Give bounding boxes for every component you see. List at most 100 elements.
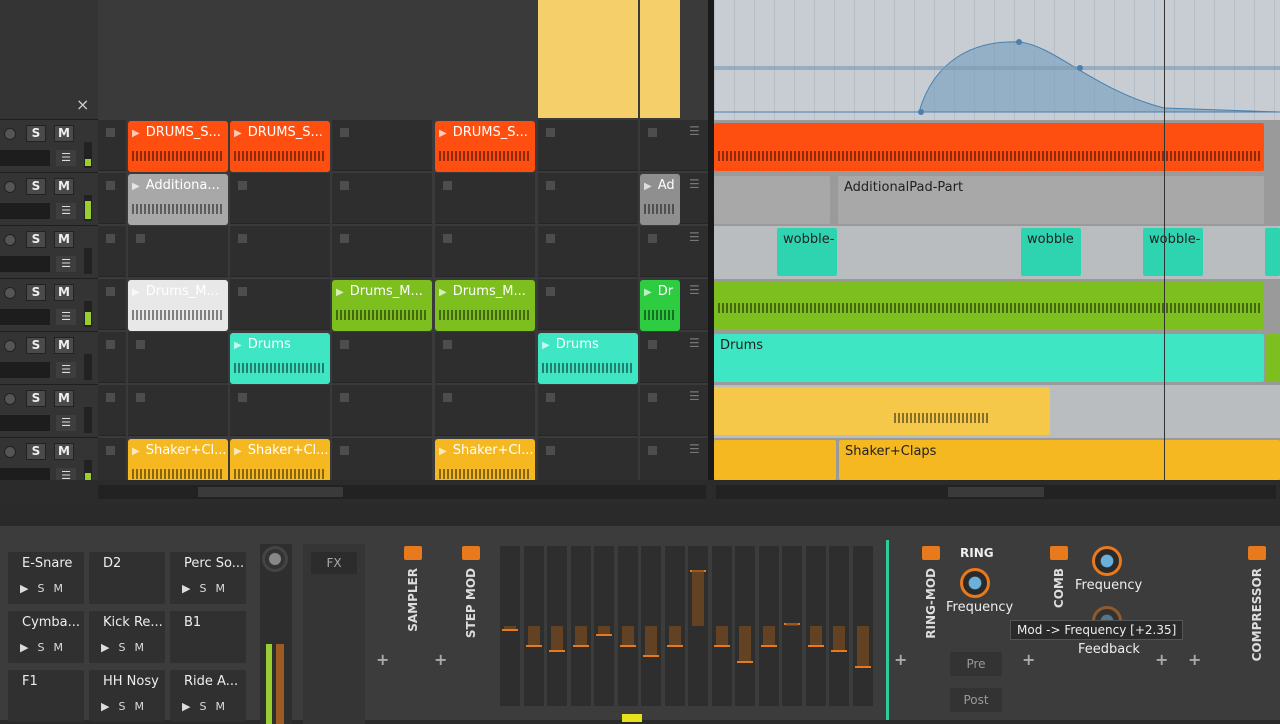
pre-button[interactable]: Pre	[950, 652, 1002, 676]
pad-controls[interactable]: ▶SM	[182, 582, 234, 595]
clip-slot[interactable]	[538, 120, 638, 171]
arranger-clip-drums-s[interactable]	[714, 123, 1264, 171]
ring-frequency-knob[interactable]	[960, 568, 990, 598]
solo-button[interactable]: S	[26, 443, 46, 460]
record-arm-icon[interactable]	[4, 340, 16, 352]
stop-icon[interactable]	[238, 393, 247, 402]
menu-icon[interactable]: ☰	[689, 230, 700, 244]
menu-icon[interactable]: ☰	[689, 442, 700, 456]
comb-power-icon[interactable]	[1050, 546, 1068, 560]
menu-icon[interactable]: ☰	[689, 177, 700, 191]
stop-icon[interactable]	[340, 446, 349, 455]
launcher-clip[interactable]: DRUMS_S...	[230, 121, 330, 172]
launcher-clip[interactable]: DRUMS_S...	[128, 121, 228, 172]
arranger-clip-drums-m[interactable]	[714, 281, 1264, 329]
arranger-clip-drums-edge[interactable]	[1266, 334, 1280, 382]
solo-button[interactable]: S	[26, 231, 46, 248]
pad-controls[interactable]: ▶SM	[101, 641, 153, 654]
step-bar[interactable]	[641, 546, 661, 706]
add-device-icon[interactable]: +	[894, 650, 907, 669]
stop-icon[interactable]	[546, 446, 555, 455]
stop-icon[interactable]	[340, 128, 349, 137]
track-stop[interactable]	[98, 332, 126, 383]
drum-pad[interactable]: F1	[8, 670, 84, 722]
ringmod-power-icon[interactable]	[922, 546, 940, 560]
drum-pad[interactable]: Ride A... ▶SM	[170, 670, 246, 722]
drum-pad[interactable]: HH Nosy ▶SM	[89, 670, 165, 722]
add-device-icon[interactable]: +	[376, 650, 389, 669]
step-bar[interactable]	[829, 546, 849, 706]
arranger-clip-pad-2[interactable]: AdditionalPad-Part	[838, 176, 1264, 224]
launcher-clip[interactable]: Dr	[640, 280, 680, 331]
clip-slot[interactable]	[435, 226, 535, 277]
arranger-clip-shaker-2[interactable]: Shaker+Claps	[839, 440, 1280, 480]
drum-pad[interactable]: E-Snare ▶SM	[8, 552, 84, 604]
step-sequencer[interactable]	[500, 546, 885, 716]
track-stop[interactable]	[98, 279, 126, 330]
clip-slot[interactable]	[435, 385, 535, 436]
track-menu-icon[interactable]: ☰	[56, 256, 76, 272]
record-arm-icon[interactable]	[4, 234, 16, 246]
step-bar[interactable]	[500, 546, 520, 706]
mute-button[interactable]: M	[54, 390, 74, 407]
scene-menu[interactable]: ☰	[680, 332, 710, 383]
step-bar[interactable]	[547, 546, 567, 706]
arranger-scrollbar[interactable]	[716, 485, 1276, 499]
clip-slot[interactable]	[230, 226, 330, 277]
track-name-field[interactable]	[0, 150, 50, 166]
step-bar[interactable]	[523, 546, 544, 706]
track-stop[interactable]	[98, 120, 126, 171]
track-stop[interactable]	[98, 385, 126, 436]
drum-pad[interactable]: Cymba... ▶SM	[8, 611, 84, 663]
step-bar[interactable]	[735, 546, 755, 706]
clip-slot[interactable]	[435, 332, 535, 383]
comb-frequency-knob[interactable]	[1092, 546, 1122, 576]
solo-button[interactable]: S	[26, 390, 46, 407]
track-menu-icon[interactable]: ☰	[56, 362, 76, 378]
arranger-clip-shaker-1[interactable]	[714, 440, 836, 480]
stop-icon[interactable]	[238, 234, 247, 243]
arranger-clip-yellow[interactable]	[714, 387, 1050, 435]
stop-icon[interactable]	[546, 393, 555, 402]
stop-icon[interactable]	[340, 393, 349, 402]
clip-slot[interactable]	[538, 279, 638, 330]
arranger-clip-wobble-4[interactable]	[1265, 228, 1280, 276]
track-name-field[interactable]	[0, 362, 50, 378]
stop-icon[interactable]	[340, 340, 349, 349]
fx-button[interactable]: FX	[311, 552, 357, 574]
clip-slot[interactable]	[332, 332, 432, 383]
mute-button[interactable]: M	[54, 337, 74, 354]
step-bar[interactable]	[805, 546, 826, 706]
launcher-scrollbar[interactable]	[98, 485, 706, 499]
volume-knob[interactable]	[262, 546, 288, 572]
stop-icon[interactable]	[443, 181, 452, 190]
clip-slot[interactable]	[128, 332, 228, 383]
menu-icon[interactable]: ☰	[689, 283, 700, 297]
track-name-field[interactable]	[0, 203, 50, 219]
clip-slot[interactable]	[332, 385, 432, 436]
stop-icon[interactable]	[238, 287, 247, 296]
launcher-clip[interactable]: Drums_M...	[435, 280, 535, 331]
clip-slot[interactable]	[128, 226, 228, 277]
clip-slot[interactable]	[230, 385, 330, 436]
stop-icon[interactable]	[648, 128, 657, 137]
step-bar[interactable]	[664, 546, 685, 706]
arranger-clip-wobble-1[interactable]: wobble-	[777, 228, 837, 276]
mute-button[interactable]: M	[54, 231, 74, 248]
menu-icon[interactable]: ☰	[689, 124, 700, 138]
stop-icon[interactable]	[546, 128, 555, 137]
stop-icon[interactable]	[648, 393, 657, 402]
clip-slot[interactable]	[640, 385, 680, 436]
launcher-clip[interactable]: DRUMS_S...	[435, 121, 535, 172]
step-bar[interactable]	[758, 546, 779, 706]
add-device-icon[interactable]: +	[434, 650, 447, 669]
scene-menu[interactable]: ☰	[680, 385, 710, 436]
clip-slot[interactable]	[640, 226, 680, 277]
clip-slot[interactable]	[230, 173, 330, 224]
stop-icon[interactable]	[106, 340, 115, 349]
stop-icon[interactable]	[106, 287, 115, 296]
menu-icon[interactable]: ☰	[689, 336, 700, 350]
stop-icon[interactable]	[648, 446, 657, 455]
step-bar[interactable]	[711, 546, 732, 706]
stop-icon[interactable]	[106, 393, 115, 402]
